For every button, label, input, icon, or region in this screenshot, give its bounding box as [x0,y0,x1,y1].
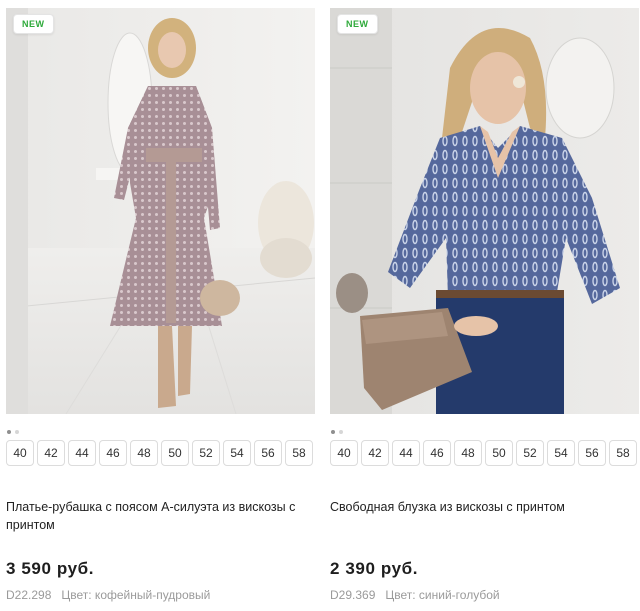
size-list: 40 42 44 46 48 50 52 54 56 58 [6,440,313,466]
carousel-dot-1[interactable] [331,430,335,434]
product-image-blouse [330,8,639,414]
product-title[interactable]: Свободная блузка из вискозы с принтом [330,498,630,516]
product-photo[interactable]: NEW [6,8,315,414]
product-meta: D29.369 Цвет: синий-голубой [330,588,500,602]
size-option[interactable]: 58 [609,440,637,466]
size-option[interactable]: 52 [516,440,544,466]
size-option[interactable]: 58 [285,440,313,466]
product-color: Цвет: синий-голубой [385,588,500,602]
new-badge: NEW [13,14,54,34]
size-list: 40 42 44 46 48 50 52 54 56 58 [330,440,637,466]
product-image-dress [6,8,315,414]
carousel-dot-2[interactable] [15,430,19,434]
size-option[interactable]: 56 [578,440,606,466]
product-price: 2 390 руб. [330,559,419,578]
size-option[interactable]: 44 [68,440,96,466]
size-option[interactable]: 50 [485,440,513,466]
product-title[interactable]: Платье-рубашка с поясом А-силуэта из вис… [6,498,306,534]
product-sku: D22.298 [6,588,52,602]
size-option[interactable]: 40 [330,440,358,466]
product-sku: D29.369 [330,588,376,602]
size-option[interactable]: 56 [254,440,282,466]
size-option[interactable]: 54 [547,440,575,466]
size-option[interactable]: 46 [99,440,127,466]
product-color: Цвет: кофейный-пудровый [61,588,211,602]
carousel-dots [331,430,343,434]
new-badge: NEW [337,14,378,34]
carousel-dot-1[interactable] [7,430,11,434]
size-option[interactable]: 46 [423,440,451,466]
size-option[interactable]: 50 [161,440,189,466]
size-option[interactable]: 44 [392,440,420,466]
product-price: 3 590 руб. [6,559,95,578]
size-option[interactable]: 48 [454,440,482,466]
size-option[interactable]: 48 [130,440,158,466]
size-option[interactable]: 40 [6,440,34,466]
product-card[interactable]: NEW 40 42 44 46 48 50 52 54 56 58 Платье… [6,8,315,602]
product-photo[interactable]: NEW [330,8,639,414]
size-option[interactable]: 42 [361,440,389,466]
size-option[interactable]: 42 [37,440,65,466]
carousel-dot-2[interactable] [339,430,343,434]
product-meta: D22.298 Цвет: кофейный-пудровый [6,588,210,602]
size-option[interactable]: 54 [223,440,251,466]
carousel-dots [7,430,19,434]
size-option[interactable]: 52 [192,440,220,466]
product-card[interactable]: NEW 40 42 44 46 48 50 52 54 56 58 Свобод… [330,8,639,602]
